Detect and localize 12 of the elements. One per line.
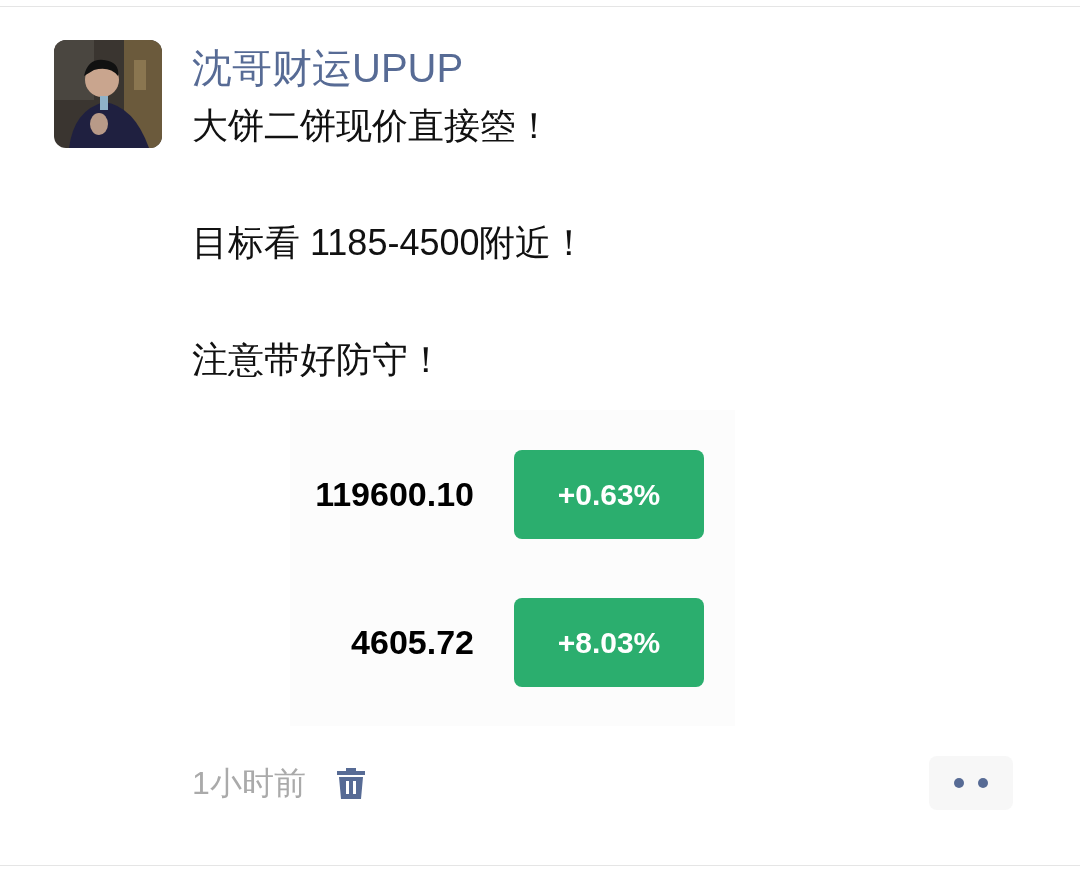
more-icon (953, 777, 989, 789)
post-text: 注意带好防守！ (192, 338, 445, 382)
change-badge: +8.03% (514, 597, 704, 687)
post-text: 目标看 1185-4500附近！ (192, 221, 589, 265)
author-name[interactable]: 沈哥财运UPUP (192, 40, 1052, 96)
change-badge: +0.63% (514, 449, 704, 539)
post-time: 1小时前 (192, 764, 306, 803)
post-text: 大饼二饼现价直接箜！ (192, 104, 553, 148)
delete-icon[interactable] (335, 766, 366, 800)
price-value: 119600.10 (314, 473, 474, 515)
more-button[interactable] (929, 756, 1013, 810)
price-value: 4605.72 (350, 621, 474, 663)
